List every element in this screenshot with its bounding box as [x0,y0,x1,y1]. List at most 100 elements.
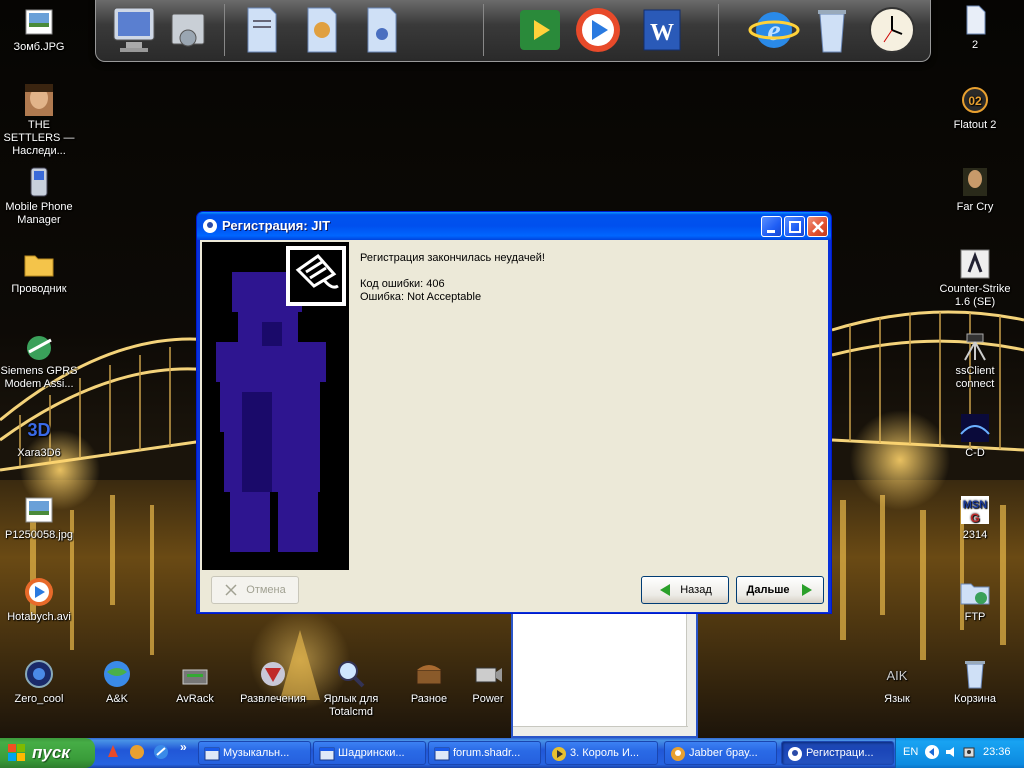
vertical-scrollbar[interactable] [686,612,696,736]
svg-text:02: 02 [968,94,982,108]
desktop-icon-recycle-bin[interactable]: Корзина [936,658,1014,706]
music-folder-icon[interactable] [356,2,408,58]
desktop-icon-xara3d[interactable]: 3D Xara3D6 [0,412,78,460]
back-label: Назад [680,584,712,596]
desktop-icon-label: Корзина [954,693,996,705]
desktop-icon-siemens-gprs[interactable]: Siemens GPRS Modem Assi... [0,330,78,391]
recycle-bin-icon[interactable] [806,2,858,58]
network-share-icon[interactable] [162,2,214,58]
task-button-jabber[interactable]: Jabber брау... [664,741,777,765]
camera-icon [472,658,504,690]
cd-icon [959,412,991,444]
desktop-icon-misc[interactable]: Разное [390,658,468,706]
counter-strike-icon [959,248,991,280]
chest-icon [413,658,445,690]
task-button-korol[interactable]: 3. Король И... [545,741,658,765]
desktop-icon-far-cry[interactable]: Far Cry [936,166,1014,214]
dialog-body: Регистрация закончилась неудачей! Код ош… [200,240,828,612]
desktop-icon-label: Разное [410,693,448,705]
desktop-icon-settlers[interactable]: THE SETTLERS — Наследи... [0,84,78,158]
desktop-icon-ssclient[interactable]: ssClient connect [936,330,1014,391]
folder-icon [23,248,55,280]
minimize-button[interactable] [761,216,782,237]
recycle-bin-icon [959,658,991,690]
task-label: Jabber брау... [689,747,758,759]
registration-dialog: Регистрация: JIT Регистрация закончилась… [196,211,832,614]
far-cry-game-icon [959,166,991,198]
desktop-icon-label: Зомб.JPG [13,41,65,53]
maximize-button[interactable] [784,216,805,237]
task-label: forum.shadr... [453,747,521,759]
arrow-left-icon [658,583,672,597]
desktop-icon-label: Язык [884,693,910,705]
dialog-titlebar[interactable]: Регистрация: JIT [197,212,831,240]
desktop-icon-mobile-phone-manager[interactable]: Mobile Phone Manager [0,166,78,227]
desktop-icon-hotabych[interactable]: Hotabych.avi [0,576,78,624]
browser-icon[interactable] [152,743,170,761]
dialog-title: Регистрация: JIT [222,218,331,233]
desktop-icon-p1250058[interactable]: P1250058.jpg [0,494,78,542]
word-icon[interactable]: W [636,2,688,58]
task-label: Музыкальн... [223,747,290,759]
internet-explorer-icon[interactable]: e [748,2,800,58]
speaker-icon[interactable] [944,745,958,759]
desktop-icon-2314[interactable]: MSN G 2314 [936,494,1014,542]
desktop-icon-ftp[interactable]: FTP [936,576,1014,624]
pictures-folder-icon[interactable] [296,2,348,58]
desktop-icon-flatout2[interactable]: 02 Flatout 2 [936,84,1014,132]
cancel-button[interactable]: Отмена [211,576,299,604]
desktop-icon-power[interactable]: Power [458,658,518,706]
monitor-icon[interactable] [108,2,160,58]
desktop-icon-avrack[interactable]: AvRack [156,658,234,706]
desktop-icon-explorer[interactable]: Проводник [0,248,78,296]
next-label: Дальше [746,584,790,596]
documents-folder-icon[interactable] [236,2,288,58]
close-button[interactable] [807,216,828,237]
desktop-icon-label: AvRack [176,693,214,705]
desktop-icon-label: A&K [105,693,128,705]
desktop-icon-label: 2 [971,39,979,51]
settlers-game-icon [23,84,55,116]
media-center-icon[interactable] [514,2,566,58]
clock-icon[interactable] [866,2,918,58]
desktop-icon-entertainment[interactable]: Развлечения [234,658,312,706]
desktop-icon-c-d[interactable]: C-D [936,412,1014,460]
flatout-game-icon: 02 [959,84,991,116]
task-button-shadrinsk[interactable]: Шадрински... [313,741,426,765]
tray-expand-icon[interactable] [925,745,939,759]
desktop-icon-zero-cool[interactable]: Zero_cool [0,658,78,706]
language-indicator[interactable]: EN [903,746,918,758]
task-button-forum[interactable]: forum.shadr... [428,741,541,765]
msn-badge-text: MSN [963,499,988,511]
arrow-right-icon [800,583,814,597]
desktop-icon-2[interactable]: 2 [936,4,1014,52]
next-button[interactable]: Дальше [736,576,824,604]
desktop-icon-totalcmd[interactable]: Ярлык для Totalcmd [312,658,390,719]
task-label: 3. Король И... [570,747,640,759]
start-label: пуск [32,743,70,762]
clock[interactable]: 23:36 [983,746,1011,758]
desktop-icon-label: Siemens GPRS Modem Assi... [0,365,78,390]
media-player-icon[interactable] [572,2,624,58]
desktop-icon-language[interactable]: AIK Язык [858,658,936,706]
camera-tray-icon[interactable] [962,745,976,759]
desktop-icon-label: Mobile Phone Manager [5,201,73,226]
language-icon: AIK [881,658,913,690]
start-button[interactable]: пуск [0,738,95,768]
back-button[interactable]: Назад [641,576,729,604]
desktop-icon-ak[interactable]: A&K [78,658,156,706]
svg-text:W: W [650,20,674,46]
desktop-icon-zomb[interactable]: Зомб.JPG [0,6,78,54]
desktop-icon-label: P1250058.jpg [5,529,73,541]
desktop-icon-label: Развлечения [240,693,306,705]
task-button-registration[interactable]: Регистраци... [781,741,894,765]
horizontal-scrollbar[interactable] [513,726,688,736]
globe-icon [101,658,133,690]
background-window [511,612,698,738]
desktop-icon-counter-strike[interactable]: Counter-Strike 1.6 (SE) [936,248,1014,309]
flash-icon[interactable] [104,743,122,761]
task-button-music[interactable]: Музыкальн... [198,741,311,765]
quick-launch-more[interactable]: » [180,740,187,754]
bb-app-icon[interactable] [128,743,146,761]
rack-icon [179,658,211,690]
